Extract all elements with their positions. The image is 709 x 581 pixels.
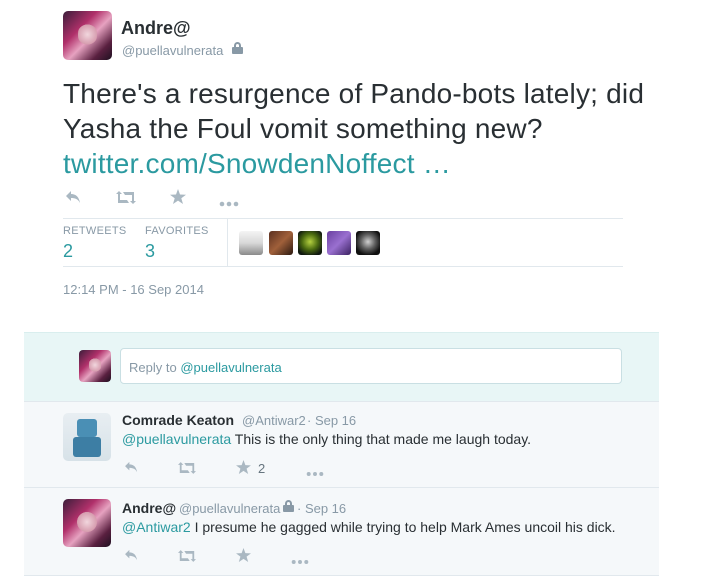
reply-prefix: Reply to: [129, 360, 181, 375]
composer-avatar: [79, 350, 111, 382]
reply-icon[interactable]: [65, 190, 82, 208]
reply-mention[interactable]: @Antiwar2: [122, 519, 191, 535]
reply-icon[interactable]: [124, 461, 139, 477]
favoriter-avatar[interactable]: [356, 231, 380, 255]
stats-bottom-divider: [63, 266, 623, 267]
reply-body: I presume he gagged while trying to help…: [190, 519, 616, 535]
reply-mention[interactable]: @puellavulnerata: [122, 431, 231, 447]
retweets-label[interactable]: RETWEETS: [63, 225, 127, 237]
favoriter-avatar[interactable]: [269, 231, 293, 255]
star-icon[interactable]: [236, 460, 251, 478]
reply-author-name[interactable]: Andre@: [122, 500, 176, 516]
reply-input[interactable]: Reply to @puellavulnerata: [120, 348, 622, 384]
tweet-timestamp[interactable]: 12:14 PM - 16 Sep 2014: [63, 282, 204, 297]
reply-author-handle[interactable]: @Antiwar2: [242, 413, 306, 428]
stats-separator: [227, 219, 228, 266]
reply-date[interactable]: · Sep 16: [297, 501, 346, 516]
favorites-count[interactable]: 3: [145, 241, 155, 262]
favoriter-avatar[interactable]: [239, 231, 263, 255]
reply-avatar[interactable]: [63, 499, 111, 547]
author-handle[interactable]: @puellavulnerata: [122, 43, 223, 58]
list-bottom-divider: [24, 575, 659, 576]
more-icon[interactable]: [291, 553, 309, 569]
star-icon[interactable]: [236, 548, 251, 566]
reply-avatar[interactable]: [63, 413, 111, 461]
author-avatar[interactable]: [63, 11, 112, 60]
more-icon[interactable]: [219, 195, 239, 211]
retweets-count[interactable]: 2: [63, 241, 73, 262]
more-icon[interactable]: [306, 465, 324, 481]
favoriter-avatar[interactable]: [298, 231, 322, 255]
retweet-icon[interactable]: [116, 191, 136, 208]
retweet-icon[interactable]: [178, 550, 196, 566]
retweet-icon[interactable]: [178, 462, 196, 478]
tweet-link[interactable]: twitter.com/SnowdenNoffect …: [63, 148, 451, 179]
reply-body: This is the only thing that made me laug…: [231, 431, 532, 447]
reply-date[interactable]: · Sep 16: [307, 413, 356, 428]
tweet-text: There's a resurgence of Pando-bots latel…: [63, 76, 663, 181]
lock-icon: [283, 500, 294, 512]
tweet-body: There's a resurgence of Pando-bots latel…: [63, 78, 645, 144]
reply-mention: @puellavulnerata: [180, 360, 282, 375]
favoriter-avatar[interactable]: [327, 231, 351, 255]
reply-text: @puellavulnerata This is the only thing …: [122, 431, 531, 447]
reply-text: @Antiwar2 I presume he gagged while tryi…: [122, 519, 616, 535]
reply-author-name[interactable]: Comrade Keaton: [122, 412, 234, 428]
author-name[interactable]: Andre@: [121, 18, 191, 39]
stats-top-divider: [63, 218, 623, 219]
lock-icon: [232, 42, 243, 54]
favorites-label[interactable]: FAVORITES: [145, 225, 209, 237]
reply-favorite-count[interactable]: 2: [258, 461, 265, 476]
reply-icon[interactable]: [124, 549, 139, 565]
reply-author-handle[interactable]: @puellavulnerata: [179, 501, 280, 516]
star-icon[interactable]: [170, 189, 186, 208]
